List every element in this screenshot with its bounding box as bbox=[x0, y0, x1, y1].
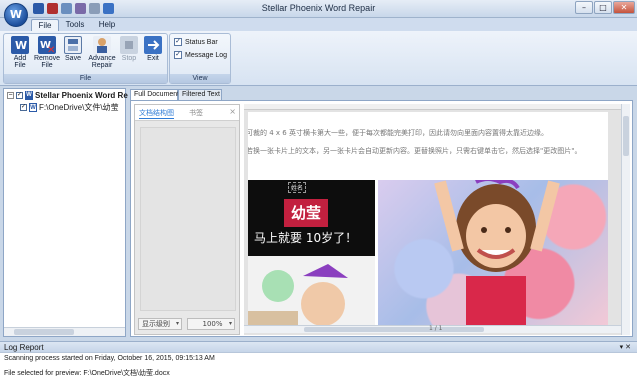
name-banner: 幼莹 bbox=[284, 199, 328, 227]
tab-full-document[interactable]: Full Document bbox=[130, 89, 179, 100]
nav-close-icon[interactable]: × bbox=[229, 107, 236, 116]
close-button[interactable]: ✕ bbox=[613, 1, 635, 14]
ruler bbox=[244, 104, 621, 110]
collapse-icon[interactable]: − bbox=[7, 92, 14, 99]
exit-button[interactable]: Exit bbox=[141, 36, 165, 74]
window-controls: – □ ✕ bbox=[575, 1, 635, 14]
message-log-option[interactable]: ✓ Message Log bbox=[174, 51, 227, 59]
status-bar-option[interactable]: ✓ Status Bar bbox=[174, 38, 218, 46]
stop-button[interactable]: Stop bbox=[117, 36, 141, 74]
tree-file-node[interactable]: ✓ W F:\OneDrive\文件\幼莹 bbox=[20, 102, 119, 113]
file-group: W Add File W ✕ Remove File Save Advance R… bbox=[3, 33, 168, 84]
tree-root-node[interactable]: − ✓ W Stellar Phoenix Word Re bbox=[7, 91, 128, 100]
page-area: 可裁的 4 x 6 英寸横卡第大一些，便于每次都能完美打印，因此请勿向里面内容置… bbox=[244, 104, 621, 335]
save-icon bbox=[64, 36, 82, 54]
card-photo-left: 姓名 幼莹 马上就要 10岁了！ bbox=[248, 180, 375, 328]
log-line: File selected for preview: F:\OneDrive\文… bbox=[4, 370, 170, 376]
ribbon-tabs: File Tools Help bbox=[0, 18, 637, 31]
word-app-icon: W bbox=[25, 91, 33, 100]
status-bar-label: Status Bar bbox=[185, 38, 218, 46]
view-group-label: View bbox=[170, 74, 230, 83]
advance-repair-icon bbox=[93, 36, 111, 54]
message-log-label: Message Log bbox=[185, 51, 228, 59]
log-line: Scanning process started on Friday, Octo… bbox=[4, 355, 215, 362]
add-file-icon: W bbox=[11, 36, 29, 54]
maximize-button[interactable]: □ bbox=[594, 1, 612, 14]
tree-horizontal-scrollbar[interactable] bbox=[4, 327, 125, 336]
minimize-button[interactable]: – bbox=[575, 1, 593, 14]
child-photo-right bbox=[378, 180, 608, 328]
svg-text:✕: ✕ bbox=[47, 45, 55, 54]
page-text-line: 若换一张卡片上的文本，另一张卡片会自动更新内容。更替换照片，只需右键单击它，然后… bbox=[248, 147, 582, 155]
save-button[interactable]: Save bbox=[61, 36, 85, 74]
stop-icon bbox=[120, 36, 138, 54]
tab-file[interactable]: File bbox=[31, 19, 59, 31]
message-log-checkbox[interactable]: ✓ bbox=[174, 51, 182, 59]
tab-filtered-text[interactable]: Filtered Text bbox=[178, 89, 222, 100]
log-report-header: Log Report ▾ ✕ bbox=[0, 341, 637, 352]
tree-file-label: F:\OneDrive\文件\幼莹 bbox=[39, 103, 119, 112]
word-file-icon: W bbox=[29, 103, 37, 112]
tree-root-label: Stellar Phoenix Word Re bbox=[35, 91, 128, 100]
display-level-select[interactable]: 显示级别 ▾ bbox=[138, 318, 182, 330]
tree-file-checkbox[interactable]: ✓ bbox=[20, 104, 27, 111]
tab-tools[interactable]: Tools bbox=[62, 19, 88, 31]
nav-tab-document-map[interactable]: 文档结构图 bbox=[139, 108, 174, 119]
title-bar: W Stellar Phoenix Word Repair – □ ✕ bbox=[0, 0, 637, 27]
age-line: 马上就要 10岁了！ bbox=[254, 231, 358, 245]
name-label: 姓名 bbox=[288, 182, 307, 193]
log-report-title: Log Report bbox=[4, 343, 44, 352]
status-bar-checkbox[interactable]: ✓ bbox=[174, 38, 182, 46]
view-group: ✓ Status Bar ✓ Message Log View bbox=[169, 33, 231, 84]
add-file-button[interactable]: W Add File bbox=[6, 36, 34, 74]
document-page: 可裁的 4 x 6 英寸横卡第大一些，便于每次都能完美打印，因此请勿向里面内容置… bbox=[248, 112, 608, 328]
child-photo-left bbox=[248, 256, 375, 328]
navigation-pane: 文档结构图 书签 × 显示级别 ▾ 100% ▾ bbox=[134, 104, 240, 335]
navigation-body bbox=[140, 127, 236, 311]
file-group-label: File bbox=[4, 74, 167, 83]
tab-help[interactable]: Help bbox=[94, 19, 120, 31]
document-viewer: 文档结构图 书签 × 显示级别 ▾ 100% ▾ 可裁的 4 x 6 英寸横卡第大一… bbox=[130, 100, 633, 337]
svg-text:W: W bbox=[15, 39, 27, 52]
page-counter: 1 / 1 bbox=[429, 325, 443, 332]
log-report-body: Scanning process started on Friday, Octo… bbox=[0, 352, 637, 376]
page-vertical-scrollbar[interactable] bbox=[621, 104, 630, 335]
remove-file-icon: W ✕ bbox=[38, 36, 56, 56]
ribbon: W Add File W ✕ Remove File Save Advance R… bbox=[0, 31, 637, 86]
tree-root-checkbox[interactable]: ✓ bbox=[16, 92, 23, 99]
zoom-select[interactable]: 100% ▾ bbox=[187, 318, 235, 330]
remove-file-button[interactable]: W ✕ Remove File bbox=[33, 36, 61, 74]
exit-icon bbox=[144, 36, 162, 54]
file-tree-pane: − ✓ W Stellar Phoenix Word Re ✓ W F:\One… bbox=[3, 88, 128, 337]
page-text-line: 可裁的 4 x 6 英寸横卡第大一些，便于每次都能完美打印，因此请勿向里面内容置… bbox=[248, 129, 548, 137]
window-title: Stellar Phoenix Word Repair bbox=[261, 3, 376, 13]
page-horizontal-scrollbar[interactable]: 1 / 1 bbox=[244, 325, 621, 333]
girl-photo bbox=[434, 180, 560, 328]
application-menu-button[interactable]: W bbox=[4, 3, 28, 27]
nav-tab-bookmarks[interactable]: 书签 bbox=[189, 108, 203, 118]
advance-repair-button[interactable]: Advance Repair bbox=[86, 36, 118, 74]
